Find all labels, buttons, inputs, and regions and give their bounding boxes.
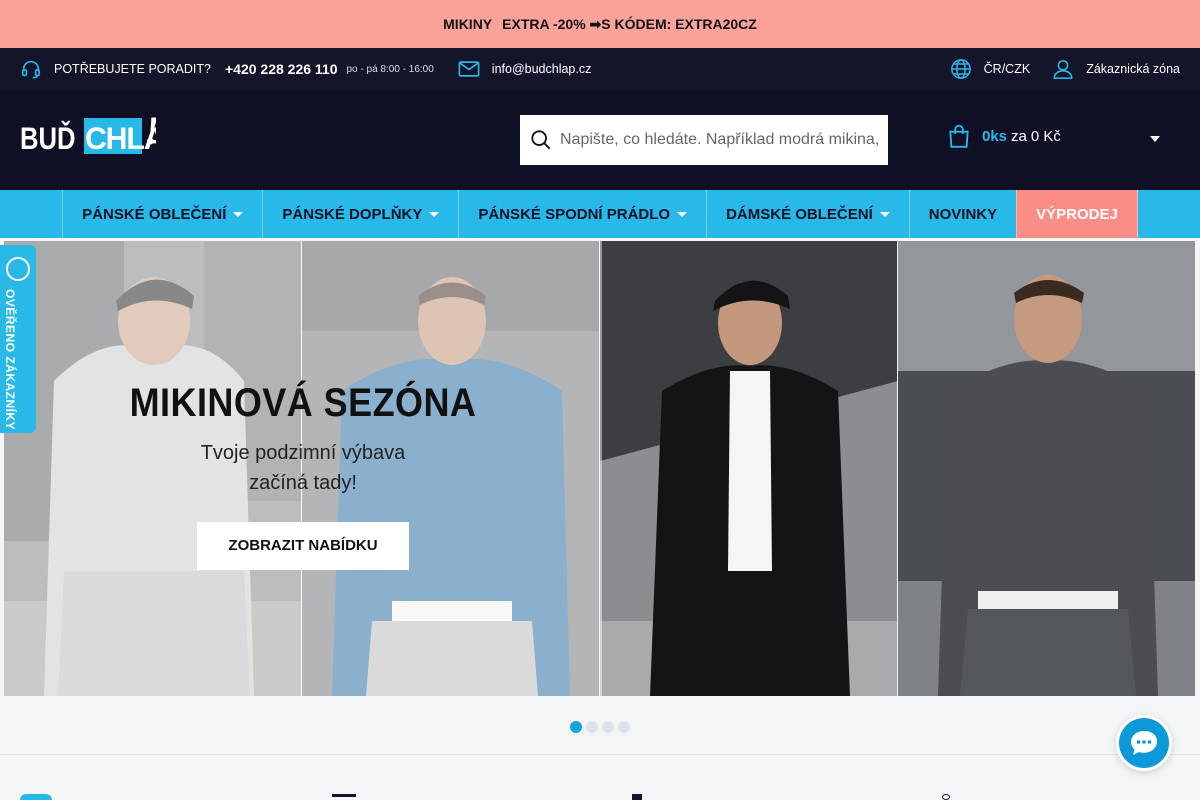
region-selector[interactable]: ČR/CZK [984, 62, 1031, 76]
site-logo[interactable]: BUĎ CHLAP ! [20, 108, 185, 158]
chevron-down-icon [233, 211, 244, 217]
show-offer-button[interactable]: ZOBRAZIT NABÍDKU [197, 522, 409, 570]
chat-widget-button[interactable] [1116, 715, 1172, 771]
hero-image-black-jacket [600, 241, 897, 696]
hero-subtitle-line: Tvoje podzimní výbava [200, 442, 406, 464]
cart-quantity: 0ks [982, 127, 1008, 145]
nav-item-label: DÁMSKÉ OBLEČENÍ [726, 205, 873, 223]
hero-slider[interactable]: MIKINOVÁ SEZÓNA Tvoje podzimní výbava za… [4, 241, 1196, 696]
email-link[interactable]: info@budchlap.cz [492, 62, 592, 76]
svg-text:BUĎ: BUĎ [20, 122, 76, 157]
chevron-down-icon [677, 211, 688, 217]
svg-text:!: ! [144, 112, 156, 153]
hero-subtitle: Tvoje podzimní výbava začíná tady! [4, 438, 602, 498]
account-link[interactable]: Zákaznická zóna [1086, 62, 1180, 76]
hero-caption: MIKINOVÁ SEZÓNA Tvoje podzimní výbava za… [4, 381, 602, 570]
search-icon[interactable] [530, 129, 552, 151]
nav-item-mens-clothing[interactable]: PÁNSKÉ OBLEČENÍ [62, 190, 262, 238]
chevron-down-icon [429, 211, 440, 217]
site-header: BUĎ CHLAP ! 0ks za 0 Kč [0, 90, 1200, 190]
chat-bubble-icon [1119, 718, 1169, 768]
badge-text: OVĚŘENO ZÁKAZNÍKY [3, 289, 17, 431]
nav-item-mens-accessories[interactable]: PÁNSKÉ DOPLŇKY [262, 190, 458, 238]
section-divider [0, 754, 1200, 755]
benefit-icon [942, 794, 950, 800]
nav-item-sale[interactable]: VÝPRODEJ [1016, 190, 1138, 238]
opening-hours: po - pá 8:00 - 16:00 [346, 63, 434, 75]
nav-item-new-arrivals[interactable]: NOVINKY [908, 190, 1016, 238]
search-box[interactable] [520, 115, 888, 165]
hero-image-grey-sweater [898, 241, 1195, 696]
hero-title: MIKINOVÁ SEZÓNA [129, 381, 477, 425]
slider-dot[interactable] [586, 721, 598, 733]
headset-icon [20, 58, 42, 80]
verified-seal-icon [6, 257, 30, 281]
benefit-icon [632, 794, 642, 800]
cart-price: 0 Kč [1030, 127, 1061, 145]
search-input[interactable] [560, 131, 878, 149]
promo-banner[interactable]: MIKINY EXTRA -20% ➡S KÓDEM: EXTRA20CZ [0, 0, 1200, 48]
globe-icon [950, 58, 972, 80]
slider-pagination [570, 721, 634, 733]
user-icon [1052, 58, 1074, 80]
benefit-icon [20, 794, 52, 800]
shopping-bag-icon [946, 123, 972, 149]
hero-subtitle-line: začíná tady! [249, 472, 357, 494]
nav-item-mens-underwear[interactable]: PÁNSKÉ SPODNÍ PRÁDLO [458, 190, 706, 238]
main-navigation: PÁNSKÉ OBLEČENÍ PÁNSKÉ DOPLŇKY PÁNSKÉ SP… [0, 190, 1200, 238]
benefit-icon [332, 794, 356, 797]
top-bar: POTŘEBUJETE PORADIT? +420 228 226 110 po… [0, 48, 1200, 90]
mail-icon [458, 60, 480, 78]
nav-item-label: PÁNSKÉ OBLEČENÍ [82, 205, 227, 223]
cart-summary[interactable]: 0ks za 0 Kč [946, 123, 1061, 149]
nav-item-label: NOVINKY [928, 205, 998, 223]
nav-item-label: VÝPRODEJ [1036, 205, 1118, 223]
promo-code-text: EXTRA -20% ➡S KÓDEM: EXTRA20CZ [502, 15, 757, 32]
chevron-down-icon [879, 211, 890, 217]
verified-by-customers-badge[interactable]: OVĚŘENO ZÁKAZNÍKY [0, 245, 36, 433]
nav-item-label: PÁNSKÉ DOPLŇKY [282, 205, 423, 223]
cart-price-prefix: za [1011, 127, 1027, 145]
slider-dot[interactable] [570, 721, 582, 733]
phone-link[interactable]: +420 228 226 110 [225, 61, 338, 77]
nav-item-womens-clothing[interactable]: DÁMSKÉ OBLEČENÍ [706, 190, 909, 238]
cart-dropdown-caret[interactable] [1150, 136, 1160, 142]
help-label: POTŘEBUJETE PORADIT? [54, 62, 211, 76]
slider-dot[interactable] [618, 721, 630, 733]
nav-item-label: PÁNSKÉ SPODNÍ PRÁDLO [478, 205, 671, 223]
slider-dot[interactable] [602, 721, 614, 733]
promo-label: MIKINY [443, 16, 493, 32]
